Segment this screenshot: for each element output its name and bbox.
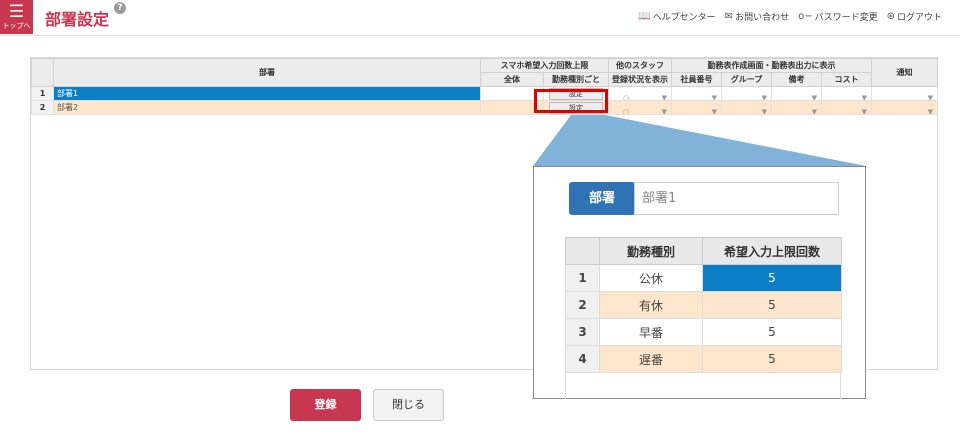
register-button[interactable]: 登録 (290, 389, 361, 421)
table-row[interactable]: 4 遅番 5 (565, 345, 842, 373)
row-number: 4 (565, 345, 600, 373)
work-type-cell: 早番 (599, 318, 703, 346)
close-button[interactable]: 閉じる (373, 389, 444, 421)
table-row[interactable]: 1 公休 5 (565, 264, 842, 292)
table-row[interactable]: 2 有休 5 (565, 291, 842, 319)
work-type-cell: 公休 (599, 264, 703, 292)
limit-cell[interactable]: 5 (702, 345, 842, 373)
limit-cell[interactable]: 5 (702, 264, 842, 292)
zoom-callout: 部署 部署1 勤務種別 希望入力上限回数 1 公休 5 2 有休 5 3 早番 … (533, 166, 866, 399)
limit-header: 希望入力上限回数 (702, 237, 842, 265)
row-number: 3 (565, 318, 600, 346)
zoom-dept-label: 部署 (569, 182, 635, 215)
work-type-cell: 有休 (599, 291, 703, 319)
table-row[interactable]: 3 早番 5 (565, 318, 842, 346)
table-empty-area (565, 373, 841, 399)
work-type-header: 勤務種別 (599, 237, 703, 265)
settings-highlight-box (534, 89, 608, 113)
row-number: 2 (565, 291, 600, 319)
zoom-rownum-header (565, 237, 600, 265)
work-type-cell: 遅番 (599, 345, 703, 373)
limit-cell[interactable]: 5 (702, 291, 842, 319)
limit-cell[interactable]: 5 (702, 318, 842, 346)
work-type-limit-table: 勤務種別 希望入力上限回数 1 公休 5 2 有休 5 3 早番 5 4 遅番 … (565, 237, 842, 373)
row-number: 1 (565, 264, 600, 292)
zoom-dept-field[interactable]: 部署1 (634, 182, 839, 215)
